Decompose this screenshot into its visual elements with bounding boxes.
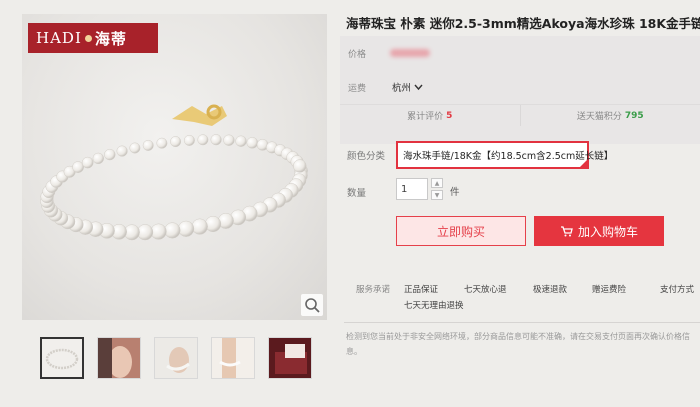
service-item-5[interactable]: 支付方式: [660, 283, 694, 295]
pearl: [178, 220, 195, 237]
service-item-3[interactable]: 极速退款: [533, 283, 567, 295]
pearl: [142, 139, 154, 151]
price-panel: 价格 运费 杭州: [340, 36, 700, 144]
pearl: [223, 134, 235, 146]
points-count: 795: [624, 110, 644, 121]
thumbnail-strip: [40, 337, 312, 379]
main-product-image[interactable]: HADI 海蒂: [22, 14, 327, 320]
pearl: [129, 142, 141, 154]
network-notice: 检测到您当前处于非安全网络环境，部分商品信息可能不准确，请在交易支付页面再次确认…: [346, 332, 690, 356]
divider: [344, 322, 700, 323]
quantity-input[interactable]: 1: [396, 178, 428, 200]
add-to-cart-button[interactable]: 加入购物车: [534, 216, 664, 246]
pearl: [205, 215, 222, 233]
pearl: [170, 136, 182, 148]
shipping-label: 运费: [348, 84, 367, 94]
reviews-label: 累计评价: [407, 112, 444, 122]
zoom-icon[interactable]: [301, 294, 323, 316]
service-item-2[interactable]: 七天放心退: [464, 283, 507, 295]
pearl: [246, 137, 259, 149]
pearl: [183, 134, 195, 146]
thumbnail-4[interactable]: [211, 337, 255, 379]
pearl: [116, 145, 128, 157]
logo-text-cn: 海蒂: [94, 29, 127, 48]
pearl: [235, 135, 247, 147]
buy-now-button[interactable]: 立即购买: [396, 216, 526, 246]
reviews-count: 5: [446, 110, 453, 121]
services-label: 服务承诺: [356, 285, 391, 295]
pearl: [210, 134, 222, 146]
cart-icon: [560, 226, 573, 237]
chevron-down-icon: [414, 84, 423, 91]
pearl: [104, 148, 116, 161]
price-value-blurred: [390, 49, 430, 57]
arrow-down-icon[interactable]: ▼: [431, 190, 443, 200]
pearl: [156, 137, 168, 149]
thumbnail-1[interactable]: [40, 337, 84, 379]
shipping-city-select[interactable]: 杭州: [392, 80, 423, 94]
points-label: 送天猫积分: [576, 112, 622, 122]
pearl: [197, 134, 209, 146]
bracelet-photo: [40, 104, 308, 241]
product-title: 海蒂珠宝 朴素 迷你2.5-3mm精选Akoya海水珍珠 18K金手链女 正品: [346, 16, 700, 31]
pearl: [191, 218, 208, 235]
thumbnail-5[interactable]: [268, 337, 312, 379]
reviews-stat[interactable]: 累计评价 5: [340, 105, 520, 126]
service-item-4[interactable]: 赠运费险: [592, 283, 626, 295]
service-item-6[interactable]: 七天无理由退换: [404, 299, 464, 311]
thumbnail-2[interactable]: [97, 337, 141, 379]
shipping-city-text: 杭州: [392, 83, 412, 94]
color-option-selected[interactable]: 海水珠手链/18K金【约18.5cm含2.5cm延长链】: [396, 141, 613, 169]
quantity-label: 数量: [347, 188, 367, 199]
pearl: [81, 156, 94, 169]
add-to-cart-label: 加入购物车: [577, 224, 638, 239]
selected-check-corner: [579, 159, 588, 168]
pearl: [150, 223, 167, 240]
logo-text-en: HADI: [36, 29, 82, 47]
arrow-up-icon[interactable]: ▲: [431, 178, 443, 188]
pearl: [92, 152, 104, 165]
brand-logo: HADI 海蒂: [28, 23, 158, 53]
color-label: 颜色分类: [347, 151, 386, 162]
service-item-1[interactable]: 正品保证: [404, 283, 438, 295]
points-stat: 送天猫积分 795: [519, 105, 700, 126]
pearl: [164, 222, 181, 239]
thumbnail-3[interactable]: [154, 337, 198, 379]
quantity-unit: 件: [450, 187, 460, 198]
price-label: 价格: [348, 50, 367, 60]
logo-dot: [84, 34, 92, 42]
pearl: [293, 159, 307, 173]
stats-bar: 累计评价 5 送天猫积分 795: [340, 104, 700, 126]
